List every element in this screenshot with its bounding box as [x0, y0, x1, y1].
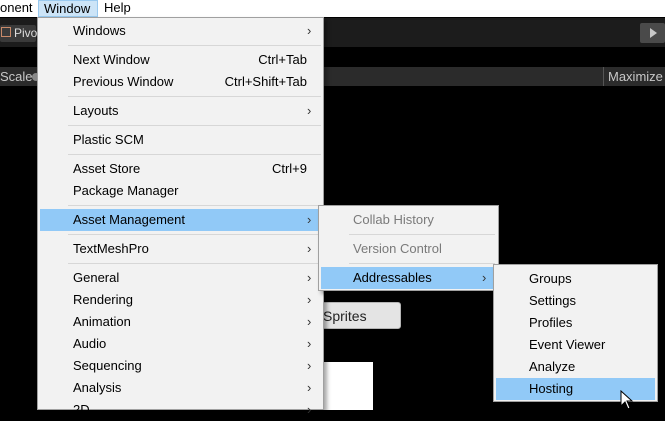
mouse-cursor-icon: [620, 390, 634, 410]
chevron-right-icon: ›: [307, 292, 312, 307]
menu-item-label: Layouts: [73, 103, 119, 118]
menu-item-next-window[interactable]: Next Window Ctrl+Tab: [40, 49, 321, 71]
menu-item-analyze[interactable]: Analyze: [496, 356, 655, 378]
menu-item-label: Analyze: [529, 359, 576, 374]
chevron-right-icon: ›: [307, 103, 312, 118]
menu-item-label: Addressables: [353, 270, 432, 285]
menu-separator: [68, 96, 321, 97]
menu-item-event-viewer[interactable]: Event Viewer: [496, 334, 655, 356]
menu-separator: [349, 234, 495, 235]
menu-item-label: Windows: [73, 23, 126, 38]
menubar-window[interactable]: Window: [38, 0, 98, 17]
menu-item-label: Event Viewer: [529, 337, 606, 352]
menu-item-label: Groups: [529, 271, 572, 286]
menu-item-asset-management[interactable]: Asset Management ›: [40, 209, 321, 231]
scale-label: Scale: [0, 69, 33, 84]
menu-item-2d[interactable]: 2D ›: [40, 399, 321, 421]
menu-item-rendering[interactable]: Rendering ›: [40, 289, 321, 311]
menu-separator: [68, 154, 321, 155]
menu-item-collab-history[interactable]: Collab History: [321, 209, 496, 231]
menu-item-label: Audio: [73, 336, 107, 351]
play-icon: [650, 28, 657, 38]
menu-item-label: Rendering: [73, 292, 133, 307]
menu-item-analysis[interactable]: Analysis ›: [40, 377, 321, 399]
menu-item-label: Version Control: [353, 241, 442, 256]
menu-item-settings[interactable]: Settings: [496, 290, 655, 312]
menu-item-label: Animation: [73, 314, 131, 329]
menu-separator: [68, 234, 321, 235]
menu-item-previous-window[interactable]: Previous Window Ctrl+Shift+Tab: [40, 71, 321, 93]
menu-item-windows[interactable]: Windows ›: [40, 20, 321, 42]
menu-item-plastic-scm[interactable]: Plastic SCM: [40, 129, 321, 151]
menu-item-label: Analysis: [73, 380, 122, 395]
menu-item-label: Hosting: [529, 381, 574, 396]
addressables-submenu: Groups Settings Profiles Event Viewer An…: [493, 264, 658, 402]
chevron-right-icon: ›: [307, 314, 312, 329]
pivot-label: Pivo: [14, 26, 38, 40]
menu-item-package-manager[interactable]: Package Manager: [40, 180, 321, 202]
menu-item-addressables[interactable]: Addressables ›: [321, 267, 496, 289]
menu-item-label: Previous Window: [73, 74, 174, 89]
menu-item-sequencing[interactable]: Sequencing ›: [40, 355, 321, 377]
menu-bar: onent Window Help: [0, 0, 665, 17]
menu-item-textmeshpro[interactable]: TextMeshPro ›: [40, 238, 321, 260]
menu-item-shortcut: Ctrl+Tab: [258, 52, 307, 67]
menu-item-layouts[interactable]: Layouts ›: [40, 100, 321, 122]
window-menu: Windows › Next Window Ctrl+Tab Previous …: [37, 17, 324, 417]
menu-separator: [68, 205, 321, 206]
menu-item-asset-store[interactable]: Asset Store Ctrl+9: [40, 158, 321, 180]
menu-item-label: Plastic SCM: [73, 132, 144, 147]
menu-separator: [68, 125, 321, 126]
menu-item-animation[interactable]: Animation ›: [40, 311, 321, 333]
menubar-component[interactable]: onent: [0, 0, 36, 17]
menu-item-label: Next Window: [73, 52, 150, 67]
menu-separator: [349, 263, 495, 264]
menu-item-general[interactable]: General ›: [40, 267, 321, 289]
white-panel: [323, 362, 373, 410]
menu-item-shortcut: Ctrl+9: [271, 161, 307, 176]
sprites-label: Sprites: [323, 308, 367, 324]
menu-item-profiles[interactable]: Profiles: [496, 312, 655, 334]
menu-item-label: Settings: [529, 293, 576, 308]
chevron-right-icon: ›: [307, 241, 312, 256]
menu-item-version-control[interactable]: Version Control: [321, 238, 496, 260]
maximize-button[interactable]: Maximize: [603, 67, 665, 86]
pivot-icon: [1, 27, 11, 37]
menu-item-groups[interactable]: Groups: [496, 268, 655, 290]
menu-item-label: Asset Management: [73, 212, 186, 227]
play-button[interactable]: [640, 23, 665, 43]
menu-item-label: Asset Store: [73, 161, 141, 176]
menu-item-label: TextMeshPro: [73, 241, 149, 256]
menu-item-label: Sequencing: [73, 358, 142, 373]
asset-management-submenu: Collab History Version Control Addressab…: [318, 205, 499, 291]
menubar-help[interactable]: Help: [104, 0, 144, 17]
chevron-right-icon: ›: [307, 380, 312, 395]
menu-item-audio[interactable]: Audio ›: [40, 333, 321, 355]
chevron-right-icon: ›: [482, 270, 487, 285]
menu-item-label: Collab History: [353, 212, 434, 227]
chevron-right-icon: ›: [307, 270, 312, 285]
chevron-right-icon: ›: [307, 336, 312, 351]
chevron-right-icon: ›: [307, 358, 312, 373]
chevron-right-icon: ›: [307, 23, 312, 38]
menu-item-shortcut: Ctrl+Shift+Tab: [224, 74, 307, 89]
menu-item-label: General: [73, 270, 120, 285]
menu-item-label: Profiles: [529, 315, 573, 330]
menu-separator: [68, 45, 321, 46]
pivot-toggle-button[interactable]: Pivo: [0, 25, 38, 42]
chevron-right-icon: ›: [307, 212, 312, 227]
menu-separator: [68, 263, 321, 264]
menu-item-label: Package Manager: [73, 183, 179, 198]
